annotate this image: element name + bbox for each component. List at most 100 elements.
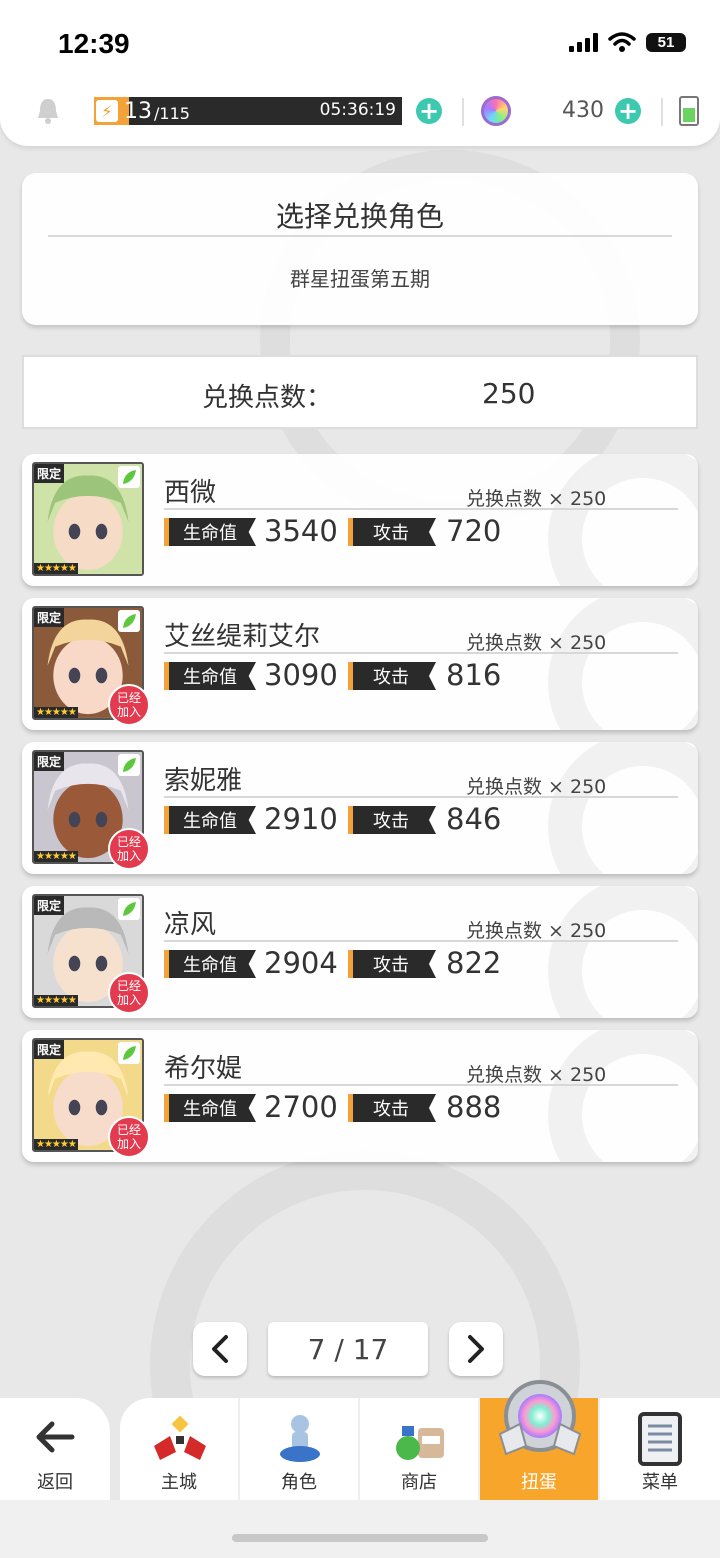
joined-badge-line2: 加入 [116,1137,141,1151]
attack-value: 888 [446,1090,502,1124]
cost-value: 250 [570,488,607,510]
page-subtitle: 群星扭蛋第五期 [290,267,430,291]
bottom-nav: 主城 角色 商店 扭蛋 菜单 [120,1380,720,1500]
attack-value: 846 [446,802,502,836]
character-cost: 兑换点数 × 250 [466,628,606,655]
limited-badge: 限定 [34,1040,65,1059]
nav-item-main-city[interactable]: 主城 [120,1398,240,1500]
back-button[interactable]: 返回 [0,1398,110,1500]
gacha-icon [498,1380,582,1456]
attack-label: 攻击 [348,662,436,690]
character-icon [280,1415,320,1462]
cost-value: 250 [570,632,607,654]
character-cost: 兑换点数 × 250 [466,1060,606,1087]
character-divider [164,796,678,798]
leaf-icon [118,610,140,632]
card-decoration [548,454,698,586]
hp-label: 生命值 [164,806,256,834]
energy-timer: 05:36:19 [319,100,396,120]
attack-value: 816 [446,658,502,692]
hp-value: 2904 [264,946,338,980]
next-page-button[interactable] [449,1322,503,1376]
home-indicator [232,1534,488,1542]
nav-label: 角色 [281,1472,317,1493]
notification-bell-icon[interactable] [34,96,62,126]
card-decoration [548,1030,698,1162]
nav-label: 主城 [161,1472,197,1493]
joined-badge: 已经 加入 [108,684,150,726]
energy-bar: ⚡ 13 /115 05:36:19 [94,97,402,125]
previous-page-button[interactable] [193,1322,247,1376]
joined-badge-line1: 已经 [116,979,141,993]
lightning-icon: ⚡ [96,100,118,122]
bottom-safe-area [0,1500,720,1558]
nav-item-gacha[interactable]: 扭蛋 [480,1380,600,1500]
page-indicator: 7 / 17 [268,1322,428,1376]
character-name: 西微 [164,478,217,508]
cost-prefix: 兑换点数 × [466,920,570,942]
leaf-icon [118,466,140,488]
exchange-points-box: 兑换点数： 250 [22,355,698,429]
star-rating: ★★★★★ [34,1139,78,1150]
nav-label: 商店 [401,1472,437,1493]
attack-label: 攻击 [348,518,436,546]
limited-badge: 限定 [34,608,65,627]
character-card[interactable]: 限定 ★★★★★ 已经 加入 希尔媞 兑换点数 × 250 生命值 2700 攻击… [22,1030,698,1162]
star-rating: ★★★★★ [34,851,78,862]
divider [462,98,464,126]
cost-prefix: 兑换点数 × [466,1064,570,1086]
joined-badge: 已经 加入 [108,972,150,1014]
nav-label: 菜单 [642,1472,678,1493]
status-icons: 51 [569,32,686,52]
character-divider [164,1084,678,1086]
limited-badge: 限定 [34,896,65,915]
limited-badge: 限定 [34,752,65,771]
character-divider [164,508,678,510]
attack-label: 攻击 [348,806,436,834]
card-decoration [548,598,698,730]
wifi-icon [608,32,636,52]
character-cost: 兑换点数 × 250 [466,916,606,943]
nav-item-character[interactable]: 角色 [240,1398,360,1500]
add-gems-button[interactable]: + [615,98,641,124]
divider [661,98,663,126]
add-energy-button[interactable]: + [416,98,442,124]
gem-count: 430 [562,98,604,123]
joined-badge-line2: 加入 [116,849,141,863]
hp-label: 生命值 [164,950,256,978]
leaf-icon [118,1042,140,1064]
title-card: 选择兑换角色 群星扭蛋第五期 [22,173,698,325]
energy-max: /115 [154,103,190,123]
joined-badge-line1: 已经 [116,1123,141,1137]
back-label: 返回 [37,1472,73,1493]
hp-value: 3090 [264,658,338,692]
attack-value: 720 [446,514,502,548]
status-time: 12:39 [58,28,130,59]
nav-item-shop[interactable]: 商店 [360,1398,480,1500]
hp-label: 生命值 [164,662,256,690]
character-card[interactable]: 限定 ★★★★★ 已经 加入 索妮雅 兑换点数 × 250 生命值 2910 攻击… [22,742,698,874]
character-card[interactable]: 限定 ★★★★★ 已经 加入 凉风 兑换点数 × 250 生命值 2904 攻击 … [22,886,698,1018]
joined-badge: 已经 加入 [108,1116,150,1158]
chevron-left-icon [212,1335,228,1363]
character-name: 索妮雅 [164,766,243,796]
character-cost: 兑换点数 × 250 [466,772,606,799]
cost-prefix: 兑换点数 × [466,776,570,798]
cost-value: 250 [570,920,607,942]
hp-value: 2910 [264,802,338,836]
character-name: 希尔媞 [164,1054,243,1084]
hp-value: 3540 [264,514,338,548]
leaf-icon [118,898,140,920]
menu-icon [638,1412,682,1466]
hp-label: 生命值 [164,1094,256,1122]
arrow-left-icon [36,1421,75,1453]
nav-item-menu[interactable]: 菜单 [600,1398,720,1500]
character-card[interactable]: 限定 ★★★★★ 已经 加入 艾丝缇莉艾尔 兑换点数 × 250 生命值 3090… [22,598,698,730]
cost-value: 250 [570,776,607,798]
joined-badge-line2: 加入 [116,705,141,719]
cost-prefix: 兑换点数 × [466,632,570,654]
resource-bar: ⚡ 13 /115 05:36:19 + 430 + [0,80,720,146]
hp-value: 2700 [264,1090,338,1124]
character-card[interactable]: 限定 ★★★★★ 西微 兑换点数 × 250 生命值 3540 攻击 720 [22,454,698,586]
gem-icon [481,96,511,126]
